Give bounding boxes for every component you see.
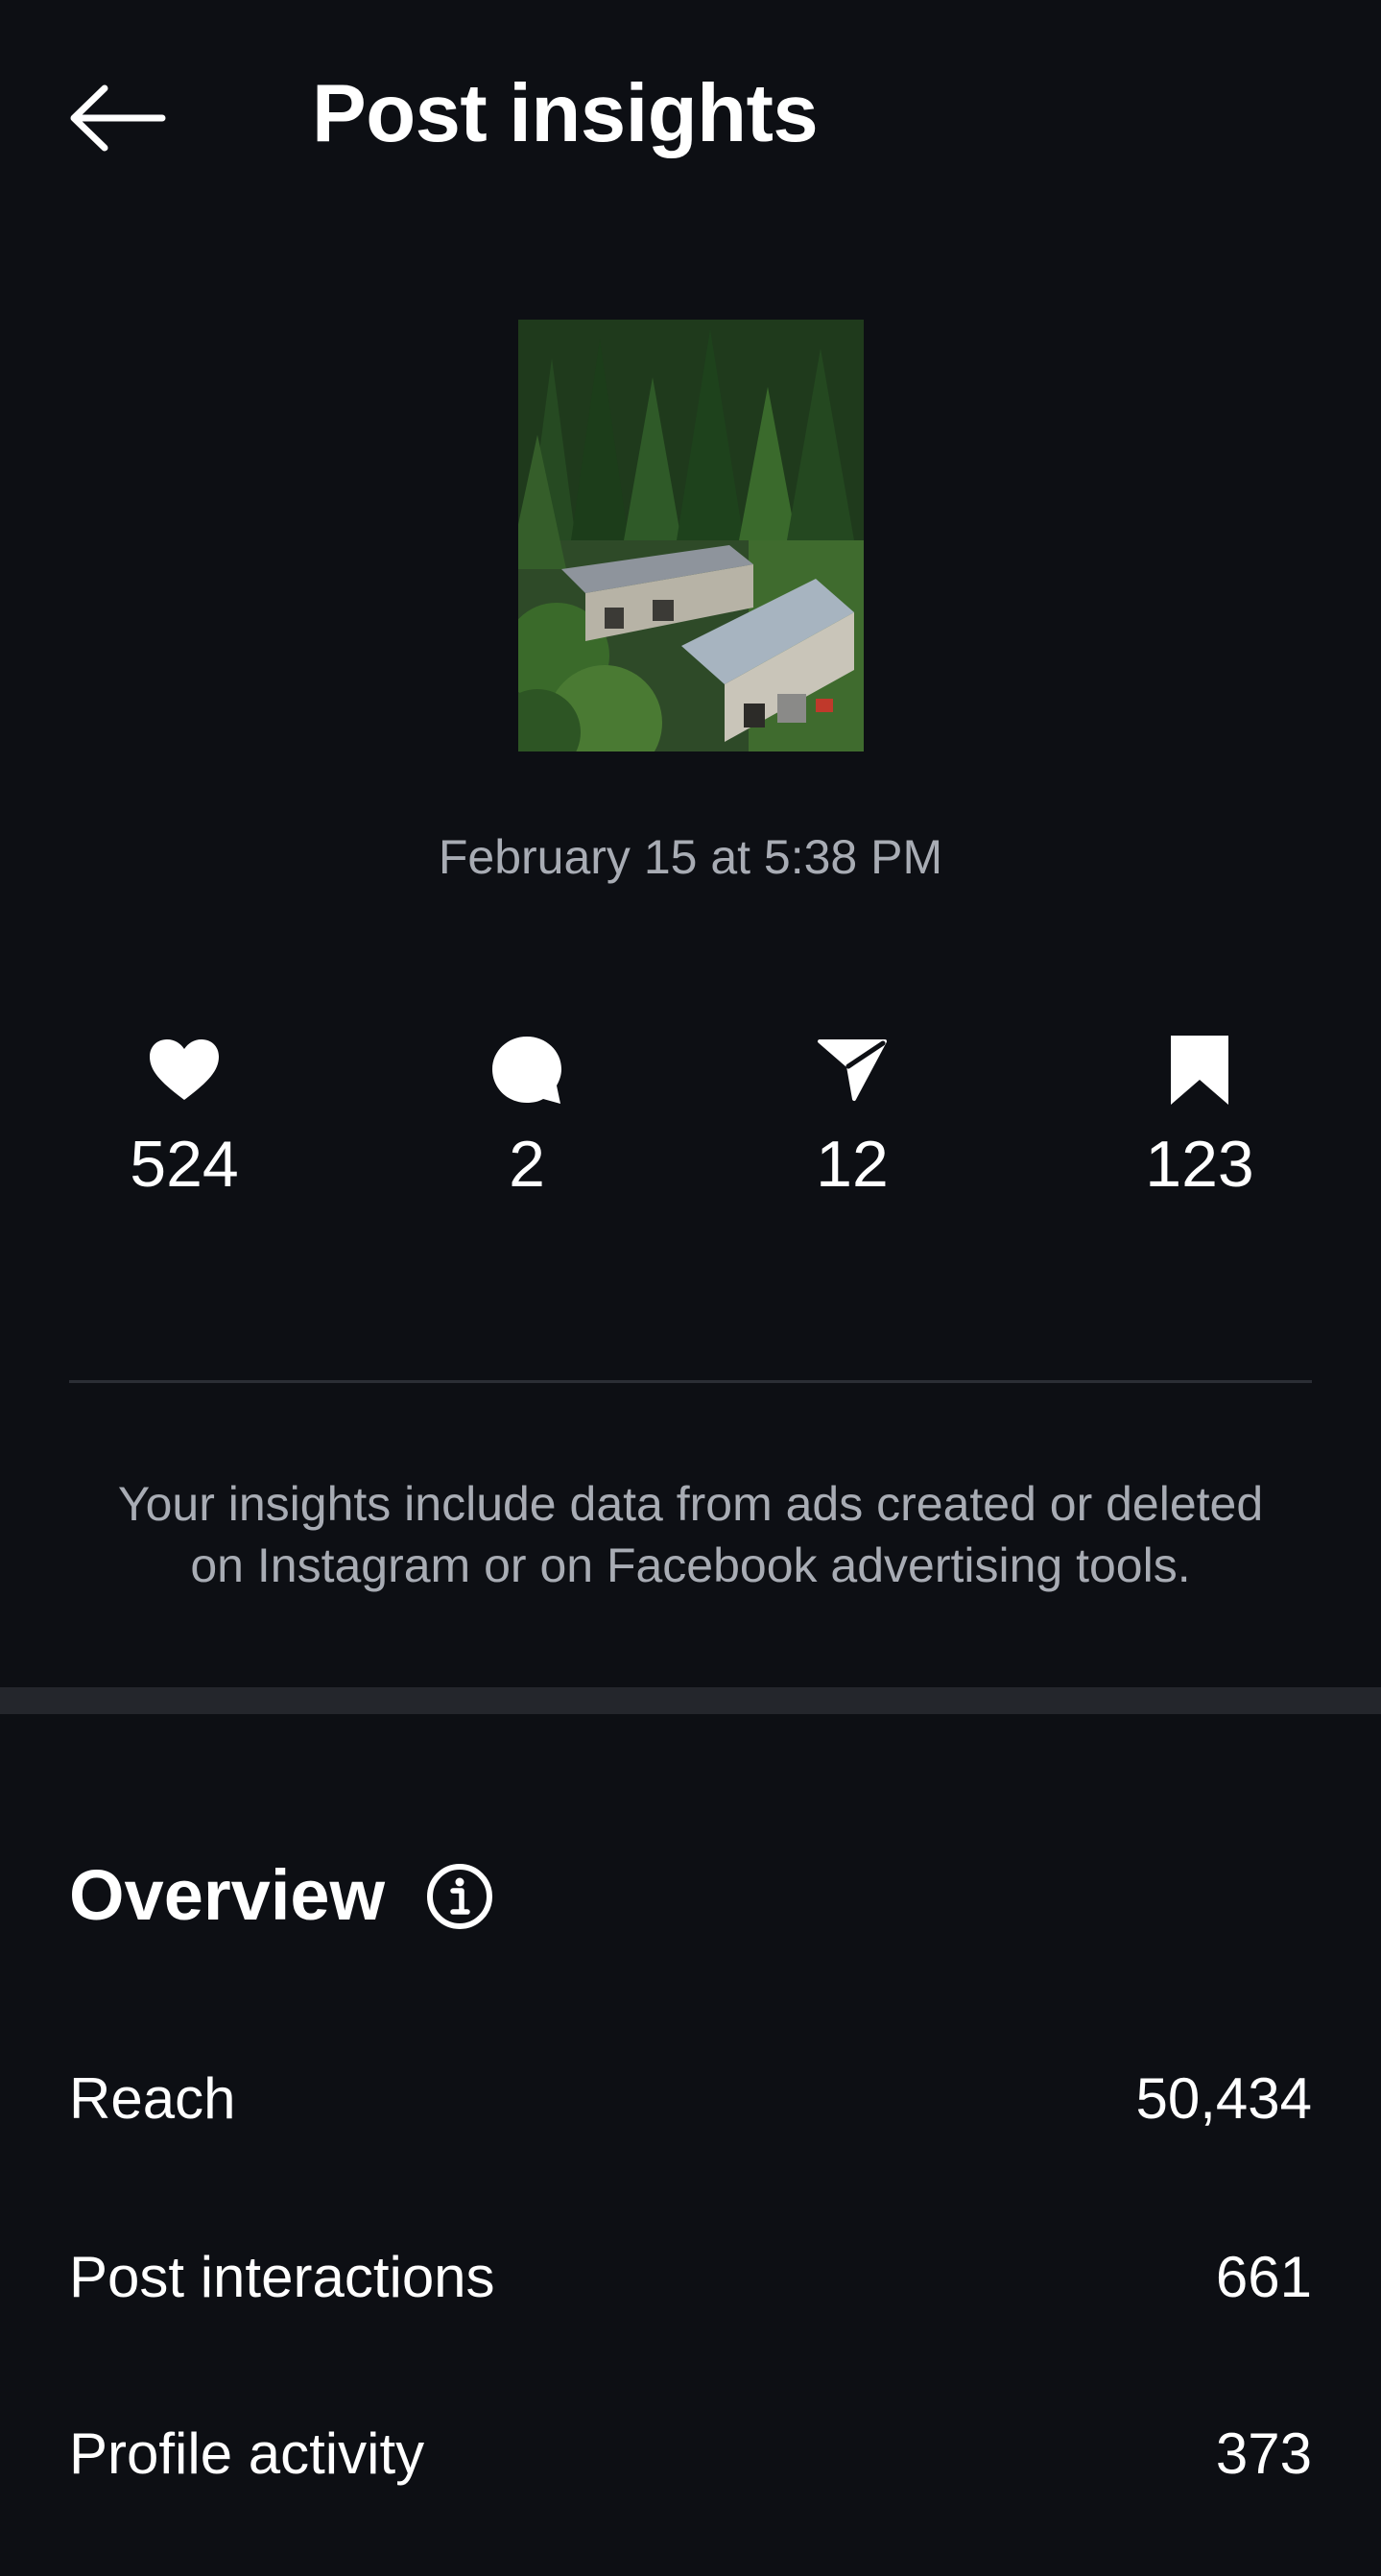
- ads-note-line-2: on Instagram or on Facebook advertising …: [190, 1538, 1191, 1592]
- ads-data-note: Your insights include data from ads crea…: [0, 1473, 1381, 1596]
- info-button[interactable]: [425, 1862, 494, 1931]
- overview-row-reach[interactable]: Reach 50,434: [69, 2031, 1312, 2165]
- post-interactions-value: 661: [1215, 2244, 1312, 2309]
- stat-comments: 2: [402, 1027, 652, 1219]
- post-date: February 15 at 5:38 PM: [438, 830, 943, 884]
- post-image: [518, 320, 864, 751]
- shares-count: 12: [816, 1128, 889, 1201]
- profile-activity-label: Profile activity: [69, 2421, 425, 2486]
- reach-value: 50,434: [1135, 2065, 1312, 2131]
- overview-row-profile-activity[interactable]: Profile activity 373: [69, 2386, 1312, 2520]
- back-button[interactable]: [63, 75, 171, 161]
- post-thumbnail[interactable]: [518, 320, 864, 751]
- stat-likes: 524: [60, 1027, 309, 1219]
- divider: [69, 1380, 1312, 1383]
- profile-activity-value: 373: [1215, 2421, 1312, 2486]
- stat-saves: 123: [1075, 1027, 1324, 1219]
- saves-count: 123: [1145, 1128, 1254, 1201]
- section-separator: [0, 1687, 1381, 1714]
- post-stats: 524 2 12 123: [0, 1027, 1381, 1219]
- comment-icon: [492, 1037, 561, 1104]
- overview-title: Overview: [69, 1855, 386, 1935]
- info-icon: [427, 1864, 492, 1929]
- stat-shares: 12: [727, 1027, 977, 1219]
- reach-label: Reach: [69, 2065, 236, 2131]
- page-title: Post insights: [312, 68, 819, 159]
- ads-note-line-1: Your insights include data from ads crea…: [117, 1477, 1264, 1531]
- comments-count: 2: [509, 1128, 545, 1201]
- header: Post insights: [0, 0, 1381, 221]
- bookmark-icon: [1171, 1036, 1228, 1105]
- arrow-left-icon: [70, 84, 166, 152]
- post-interactions-label: Post interactions: [69, 2244, 495, 2309]
- overview-row-post-interactions[interactable]: Post interactions 661: [69, 2209, 1312, 2344]
- heart-icon: [150, 1039, 219, 1100]
- likes-count: 524: [130, 1128, 239, 1201]
- share-icon: [818, 1039, 887, 1101]
